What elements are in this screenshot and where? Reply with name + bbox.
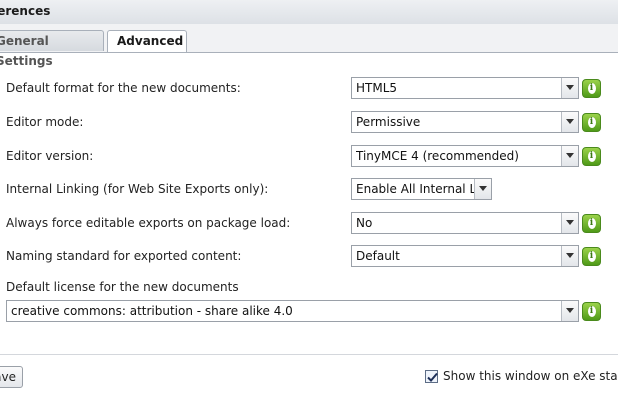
show-window-checkbox[interactable] xyxy=(425,370,438,383)
checkmark-icon xyxy=(427,372,438,382)
default-format-select[interactable]: HTML5 xyxy=(351,77,579,99)
default-format-value: HTML5 xyxy=(356,81,398,95)
info-icon[interactable]: i xyxy=(582,147,601,166)
naming-standard-select[interactable]: Default xyxy=(351,245,579,267)
chevron-down-icon xyxy=(561,78,578,98)
naming-standard-label: Naming standard for exported content: xyxy=(6,249,242,263)
chevron-down-icon xyxy=(561,246,578,266)
default-license-select[interactable]: creative commons: attribution - share al… xyxy=(6,300,579,322)
tab-general-settings[interactable]: General Settings xyxy=(0,30,104,68)
tab-advanced[interactable]: Advanced xyxy=(107,30,187,52)
chevron-down-icon xyxy=(474,179,491,199)
info-icon[interactable]: i xyxy=(582,214,601,233)
force-editable-select[interactable]: No xyxy=(351,212,579,234)
default-license-value: creative commons: attribution - share al… xyxy=(11,304,293,318)
force-editable-value: No xyxy=(356,216,373,230)
internal-linking-label: Internal Linking (for Web Site Exports o… xyxy=(6,182,269,196)
info-icon[interactable]: i xyxy=(582,247,601,266)
tab-bar: General Settings Advanced xyxy=(0,24,618,68)
chevron-down-icon xyxy=(561,301,578,321)
window-title: ferences xyxy=(0,4,51,18)
footer-divider xyxy=(0,354,618,355)
chevron-down-icon xyxy=(561,213,578,233)
save-button[interactable]: ave xyxy=(0,366,23,388)
info-icon[interactable]: i xyxy=(582,79,601,98)
editor-mode-label: Editor mode: xyxy=(6,115,84,129)
editor-mode-value: Permissive xyxy=(356,115,421,129)
info-icon[interactable]: i xyxy=(582,302,601,321)
editor-version-select[interactable]: TinyMCE 4 (recommended) xyxy=(351,145,579,167)
window-titlebar: ferences xyxy=(0,0,618,25)
editor-version-value: TinyMCE 4 (recommended) xyxy=(356,149,519,163)
naming-standard-value: Default xyxy=(356,249,400,263)
internal-linking-value: Enable All Internal Li xyxy=(356,182,474,196)
force-editable-label: Always force editable exports on package… xyxy=(6,216,291,230)
chevron-down-icon xyxy=(561,112,578,132)
chevron-down-icon xyxy=(561,146,578,166)
internal-linking-select[interactable]: Enable All Internal Li xyxy=(351,178,492,200)
editor-mode-select[interactable]: Permissive xyxy=(351,111,579,133)
default-license-label: Default license for the new documents xyxy=(6,280,239,294)
show-window-label: Show this window on eXe star xyxy=(443,369,618,383)
info-icon[interactable]: i xyxy=(582,113,601,132)
editor-version-label: Editor version: xyxy=(6,149,94,163)
default-format-label: Default format for the new documents: xyxy=(6,81,241,95)
